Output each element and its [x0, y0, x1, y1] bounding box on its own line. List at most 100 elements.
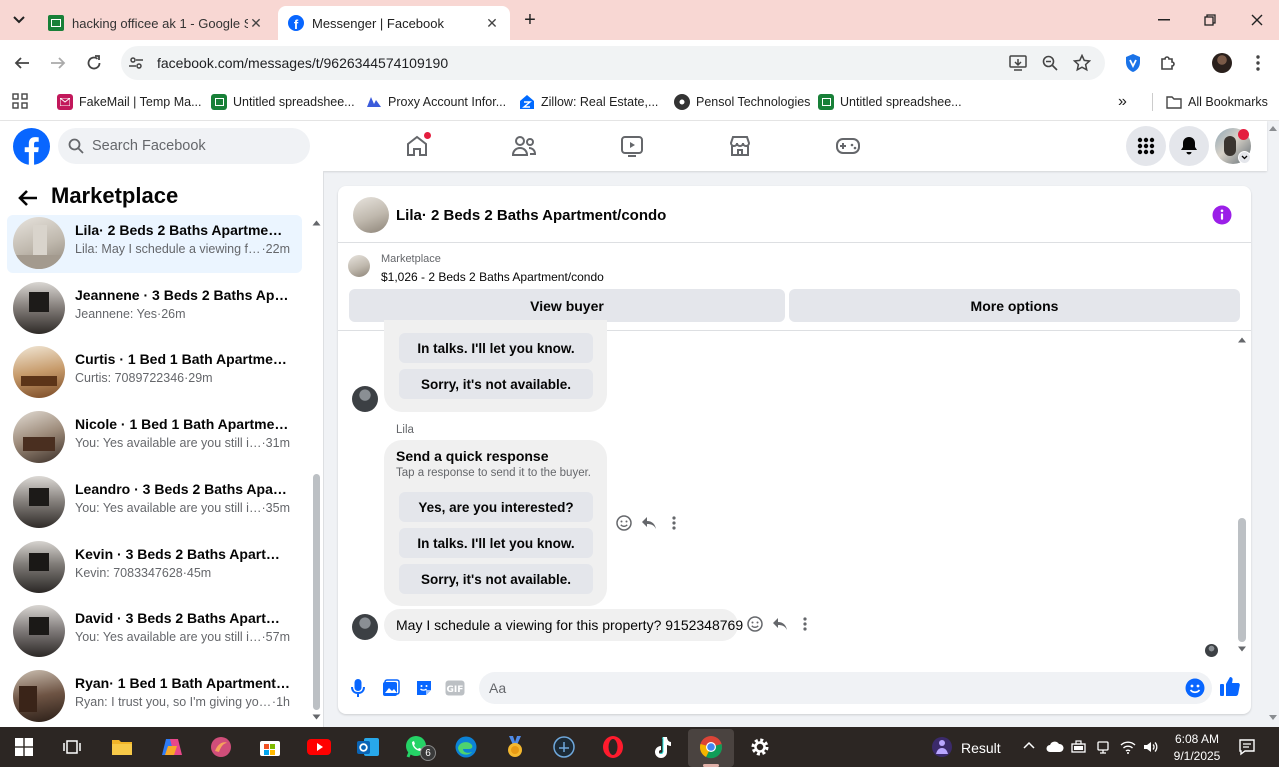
quick-response-option[interactable]: In talks. I'll let you know.	[399, 333, 593, 363]
restore-window-button[interactable]	[1200, 10, 1220, 30]
gif-button[interactable]: GIF	[444, 677, 466, 699]
profile-avatar[interactable]	[1212, 53, 1232, 73]
inbox-scrollbar-thumb[interactable]	[313, 474, 320, 710]
conversation-item[interactable]: David · 3 Beds 2 Baths Apartment/condo Y…	[7, 603, 302, 661]
chat-listing-thumbnail[interactable]	[353, 197, 389, 233]
clock-date[interactable]: 9/1/2025	[1172, 749, 1222, 763]
install-app-icon[interactable]	[1008, 53, 1028, 73]
onedrive-icon[interactable]	[1046, 741, 1064, 753]
nav-gaming-button[interactable]	[834, 132, 862, 160]
edge-icon[interactable]	[452, 733, 480, 761]
nav-marketplace-button[interactable]	[726, 132, 754, 160]
conversation-item[interactable]: Nicole · 1 Bed 1 Bath Apartment/condo Yo…	[7, 409, 302, 467]
result-app-icon[interactable]	[928, 733, 956, 761]
wifi-icon[interactable]	[1120, 740, 1136, 754]
bookmark-fakemail[interactable]: FakeMail | Temp Ma...	[57, 91, 202, 113]
reply-icon[interactable]	[640, 514, 658, 532]
quick-response-option[interactable]: In talks. I'll let you know.	[399, 528, 593, 558]
send-like-button[interactable]	[1219, 675, 1241, 697]
view-buyer-button[interactable]: View buyer	[349, 289, 785, 322]
menu-button[interactable]	[1126, 126, 1166, 166]
chat-title[interactable]: Lila· 2 Beds 2 Baths Apartment/condo	[396, 207, 666, 224]
chat-scroll-down-arrow[interactable]	[1237, 646, 1247, 654]
volume-icon[interactable]	[1143, 740, 1159, 754]
bookmark-untitled-spreadsheet-2[interactable]: Untitled spreadshee...	[818, 91, 962, 113]
network-adapter-icon[interactable]	[1096, 740, 1110, 754]
inbox-scroll-down-arrow[interactable]	[312, 714, 321, 722]
extensions-puzzle-icon[interactable]	[1158, 53, 1178, 73]
reply-icon[interactable]	[771, 615, 789, 633]
new-tab-button[interactable]: +	[520, 9, 540, 31]
app-icon-dark[interactable]	[550, 733, 578, 761]
start-button[interactable]	[10, 733, 38, 761]
zoom-icon[interactable]	[1040, 53, 1060, 73]
notifications-button[interactable]	[1169, 126, 1209, 166]
facebook-logo-icon[interactable]	[13, 128, 50, 165]
nav-video-button[interactable]	[618, 132, 646, 160]
battery-icon[interactable]	[1071, 740, 1087, 754]
clock-time[interactable]: 6:08 AM	[1172, 732, 1222, 746]
voice-clip-button[interactable]	[347, 677, 369, 699]
tab-search-button[interactable]	[8, 10, 30, 30]
minimize-window-button[interactable]	[1154, 10, 1174, 30]
account-chevron-icon[interactable]	[1238, 151, 1251, 164]
reload-button[interactable]	[82, 51, 106, 75]
close-tab-icon[interactable]: ✕	[248, 15, 264, 31]
conversation-item[interactable]: Lila· 2 Beds 2 Baths Apartment/condo Lil…	[7, 215, 302, 273]
extension-shield-icon[interactable]	[1123, 53, 1143, 73]
file-explorer-icon[interactable]	[108, 733, 136, 761]
conversation-item[interactable]: Ryan· 1 Bed 1 Bath Apartment/condo Ryan:…	[7, 668, 302, 726]
conversation-item[interactable]: Curtis · 1 Bed 1 Bath Apartment/condo Cu…	[7, 344, 302, 402]
result-label[interactable]: Result	[961, 740, 1001, 756]
bookmark-untitled-spreadsheet-1[interactable]: Untitled spreadshee...	[211, 91, 355, 113]
bookmark-zillow[interactable]: Zillow: Real Estate,...	[519, 91, 658, 113]
forward-button[interactable]	[46, 51, 70, 75]
all-bookmarks-button[interactable]: All Bookmarks	[1166, 91, 1268, 113]
page-scrollbar-arrow-down[interactable]	[1268, 714, 1278, 724]
opera-icon[interactable]	[599, 733, 627, 761]
inbox-scroll-up-arrow[interactable]	[312, 219, 321, 227]
nav-friends-button[interactable]	[510, 132, 538, 160]
apps-grid-icon[interactable]	[12, 93, 28, 109]
bookmarks-overflow-button[interactable]: »	[1118, 91, 1127, 113]
react-emoji-icon[interactable]	[746, 615, 764, 633]
quick-response-option[interactable]: Sorry, it's not available.	[399, 369, 593, 399]
copilot-app-icon[interactable]	[207, 733, 235, 761]
attach-photo-button[interactable]	[380, 677, 402, 699]
site-info-icon[interactable]	[126, 53, 146, 73]
react-emoji-icon[interactable]	[615, 514, 633, 532]
more-actions-icon[interactable]	[665, 514, 683, 532]
chrome-icon[interactable]	[697, 733, 725, 761]
quick-response-option[interactable]: Yes, are you interested?	[399, 492, 593, 522]
quick-response-option[interactable]: Sorry, it's not available.	[399, 564, 593, 594]
notification-center-icon[interactable]	[1238, 738, 1256, 756]
conversation-item[interactable]: Leandro · 3 Beds 2 Baths Apartment/condo…	[7, 474, 302, 532]
bookmark-star-icon[interactable]	[1072, 53, 1092, 73]
medal-app-icon[interactable]	[501, 733, 529, 761]
youtube-icon[interactable]	[305, 733, 333, 761]
facebook-search-input[interactable]: Search Facebook	[58, 128, 310, 164]
copilot-icon[interactable]	[158, 733, 186, 761]
emoji-picker-button[interactable]	[1184, 677, 1206, 699]
close-window-button[interactable]	[1247, 10, 1267, 30]
back-to-marketplace-button[interactable]	[16, 186, 40, 210]
listing-price-title[interactable]: $1,026 - 2 Beds 2 Baths Apartment/condo	[381, 270, 604, 284]
chat-scroll-up-arrow[interactable]	[1237, 336, 1247, 344]
browser-menu-icon[interactable]	[1248, 53, 1268, 73]
task-view-button[interactable]	[58, 733, 86, 761]
conversation-item[interactable]: Kevin · 3 Beds 2 Baths Apartment/condo K…	[7, 539, 302, 597]
sticker-button[interactable]	[413, 677, 435, 699]
tiktok-icon[interactable]	[648, 733, 676, 761]
bookmark-pensol[interactable]: Pensol Technologies	[674, 91, 810, 113]
more-options-button[interactable]: More options	[789, 289, 1240, 322]
browser-tab-sheets[interactable]: hacking officee ak 1 - Google Sh ✕	[38, 6, 274, 40]
close-tab-icon[interactable]: ✕	[484, 15, 500, 31]
browser-tab-messenger[interactable]: f Messenger | Facebook ✕	[278, 6, 510, 40]
page-scrollbar-arrow-up[interactable]	[1268, 124, 1278, 134]
more-actions-icon[interactable]	[796, 615, 814, 633]
url-text[interactable]: facebook.com/messages/t/9626344574109190	[157, 55, 448, 71]
settings-gear-icon[interactable]	[746, 733, 774, 761]
conversation-item[interactable]: Jeannene · 3 Beds 2 Baths Apartment/cond…	[7, 280, 302, 338]
message-input[interactable]: Aa	[479, 672, 1212, 704]
chat-scrollbar-thumb[interactable]	[1238, 518, 1246, 642]
